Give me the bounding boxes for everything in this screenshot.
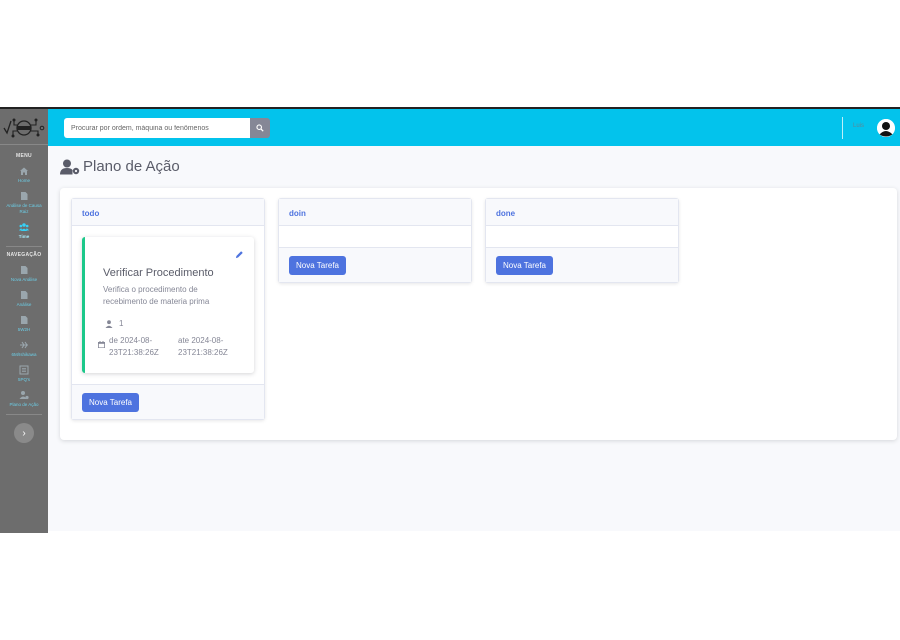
column-footer: Nova Tarefa (72, 384, 264, 419)
user-cog-icon (60, 159, 80, 174)
column-title: done (486, 199, 678, 226)
app-frame: MENU Home Análise de Causa Raiz Time NAV… (0, 107, 900, 533)
column-body: Verificar Procedimento Verifica o proced… (72, 237, 264, 373)
sidebar-toggle-button[interactable]: › (14, 423, 34, 443)
sidebar-divider (6, 246, 42, 247)
kanban-column-done: done Nova Tarefa (485, 198, 679, 283)
user-icon (105, 319, 113, 328)
sidebar-item-label: Nova Análise (10, 277, 38, 282)
sidebar-item-label: Home (17, 178, 30, 183)
file-icon (19, 191, 29, 201)
logo-icon (3, 118, 45, 137)
kanban-board: todo Verificar Procedimento Verifica o p… (60, 188, 897, 440)
sidebar-item-label: Time (18, 234, 30, 239)
kanban-column-doin: doin Nova Tarefa (278, 198, 472, 283)
sidebar-item-root-cause[interactable]: Análise de Causa Raiz (0, 191, 48, 215)
task-title: Verificar Procedimento (103, 267, 214, 279)
pencil-icon[interactable] (235, 250, 244, 259)
new-task-button[interactable]: Nova Tarefa (496, 256, 553, 275)
search-bar (64, 118, 270, 138)
list-icon (19, 365, 29, 375)
task-assignee-count: 1 (105, 319, 123, 328)
column-body (279, 226, 471, 247)
user-name[interactable]: Luis (853, 123, 864, 129)
new-task-button[interactable]: Nova Tarefa (82, 393, 139, 412)
new-task-button[interactable]: Nova Tarefa (289, 256, 346, 275)
file-icon (19, 290, 29, 300)
task-card[interactable]: Verificar Procedimento Verifica o proced… (82, 237, 254, 373)
nav-heading: NAVEGAÇÃO (6, 252, 42, 258)
user-avatar[interactable] (877, 119, 895, 137)
column-footer: Nova Tarefa (279, 247, 471, 282)
sidebar-item-home[interactable]: Home (0, 166, 48, 184)
user-cog-icon (19, 390, 29, 400)
topbar-divider (842, 117, 843, 139)
task-description: Verifica o procedimento de recebimento d… (103, 285, 210, 306)
sidebar-item-5pqs[interactable]: 5PQ's (0, 365, 48, 383)
sidebar-item-label: Plano de Ação (9, 402, 39, 407)
brand-logo[interactable] (0, 109, 48, 145)
user-circle-icon (877, 119, 895, 137)
kanban-column-todo: todo Verificar Procedimento Verifica o p… (71, 198, 265, 420)
sidebar-item-label: 5W2H (17, 327, 31, 332)
sidebar-item-label: Análise de Causa Raiz (6, 203, 42, 214)
search-input[interactable] (64, 118, 250, 138)
topbar: Luis (48, 109, 900, 146)
page-title-text: Plano de Ação (83, 158, 180, 175)
sidebar-item-team[interactable]: Time (0, 222, 48, 240)
users-icon (19, 222, 29, 232)
search-icon (256, 124, 264, 132)
sidebar-item-label: Análise (16, 302, 32, 307)
task-start-date: de 2024-08-23T21:38:26Z (109, 336, 159, 357)
sidebar-item-label: 6M/Ishikawa (11, 352, 37, 357)
column-title: doin (279, 199, 471, 226)
sidebar: MENU Home Análise de Causa Raiz Time NAV… (0, 109, 48, 533)
calendar-icon (98, 341, 105, 348)
home-icon (19, 166, 29, 176)
fishbone-icon (19, 340, 29, 350)
column-title: todo (72, 199, 264, 226)
file-icon (19, 315, 29, 325)
sidebar-divider (6, 414, 42, 415)
task-end-date: ate 2024-08-23T21:38:26Z (178, 336, 228, 357)
file-icon (19, 265, 29, 275)
menu-heading: MENU (16, 153, 32, 159)
search-button[interactable] (250, 118, 270, 138)
assignee-count-value: 1 (119, 319, 124, 328)
sidebar-item-analysis[interactable]: Análise (0, 290, 48, 308)
sidebar-item-action-plan[interactable]: Plano de Ação (0, 390, 48, 408)
sidebar-item-ishikawa[interactable]: 6M/Ishikawa (0, 340, 48, 358)
column-body (486, 226, 678, 247)
page-title: Plano de Ação (60, 158, 180, 175)
sidebar-item-label: 5PQ's (17, 377, 31, 382)
chevron-right-icon: › (22, 427, 26, 439)
sidebar-item-new-analysis[interactable]: Nova Análise (0, 265, 48, 283)
sidebar-item-5w2h[interactable]: 5W2H (0, 315, 48, 333)
column-footer: Nova Tarefa (486, 247, 678, 282)
